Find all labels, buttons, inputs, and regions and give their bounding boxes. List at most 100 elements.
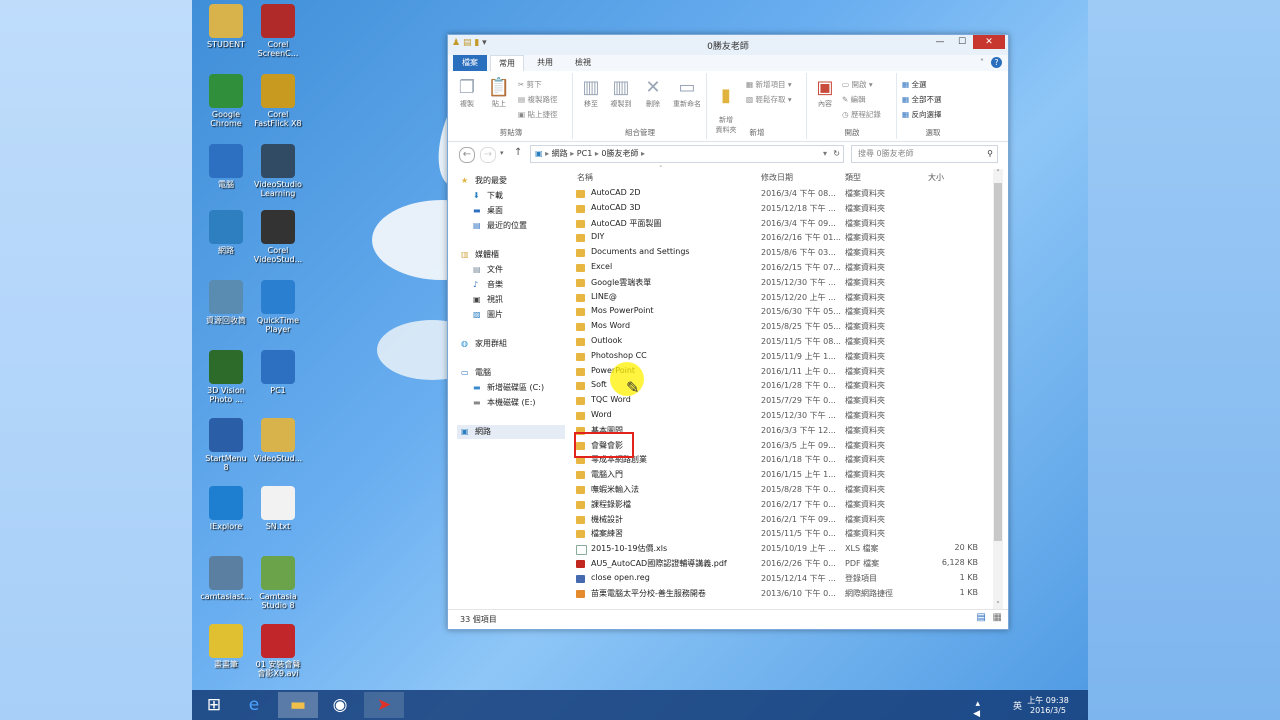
desktop-icon-3d-vision[interactable]: 3D Vision Photo ... — [196, 350, 256, 404]
file-row[interactable]: Outlook 2015/11/5 下午 08... 檔案資料夾 — [573, 335, 993, 349]
invert-selection-button[interactable]: ▦ 反向選擇 — [902, 109, 941, 120]
breadcrumb-pc1[interactable]: PC1 — [577, 149, 593, 158]
desktop-icon-quicktime[interactable]: QuickTime Player — [248, 280, 308, 334]
address-bar[interactable]: ▣ ▸ 網路 ▸ PC1 ▸ 0勝友老師 ▸ ▾ ↻ — [530, 145, 844, 163]
file-row[interactable]: 檔案練習 2015/11/5 下午 0... 檔案資料夾 — [573, 527, 993, 541]
copy-button[interactable]: ❐ 複製 — [454, 77, 480, 109]
file-row[interactable]: Excel 2016/2/15 下午 07... 檔案資料夾 — [573, 261, 993, 275]
nav-favorites[interactable]: ★ 我的最愛 — [461, 175, 507, 186]
desktop-icon-installer[interactable]: camtasiast... — [196, 556, 256, 601]
desktop-icon-user-folder[interactable]: STUDENT — [196, 4, 256, 49]
nav-downloads[interactable]: ⬇ 下載 — [473, 190, 503, 201]
nav-videos[interactable]: ▣ 視訊 — [473, 294, 503, 305]
properties-button[interactable]: ▣ 內容 — [812, 77, 838, 109]
recent-locations-chevron-icon[interactable]: ▾ — [500, 149, 504, 157]
easy-access-button[interactable]: ▧ 輕鬆存取 ▾ — [746, 94, 792, 105]
file-row[interactable]: DIY 2016/2/16 下午 01... 檔案資料夾 — [573, 231, 993, 245]
desktop-icon-record[interactable]: Corel ScreenC... — [248, 4, 308, 58]
clock[interactable]: 上午 09:38 2016/3/5 — [1024, 695, 1072, 715]
address-dropdown-icon[interactable]: ▾ — [823, 146, 827, 162]
start-button[interactable]: ⊞ — [194, 692, 234, 718]
file-row[interactable]: 會聲會影 2016/3/5 上午 09... 檔案資料夾 — [573, 439, 993, 453]
select-none-button[interactable]: ▦ 全部不選 — [902, 94, 941, 105]
file-row[interactable]: Photoshop CC 2015/11/9 上午 1... 檔案資料夾 — [573, 350, 993, 364]
ribbon-collapse-icon[interactable]: ˄ — [980, 58, 984, 67]
nav-computer[interactable]: ▭ 電腦 — [461, 367, 491, 378]
desktop-icon-pencil[interactable]: 畫畫筆 — [196, 624, 256, 669]
breadcrumb-folder[interactable]: 0勝友老師 — [601, 149, 638, 158]
column-date[interactable]: 修改日期 — [761, 172, 793, 183]
desktop-icon-ie[interactable]: IExplore — [196, 486, 256, 531]
history-button[interactable]: ◷ 歷程記錄 — [842, 109, 881, 120]
tray-icons[interactable]: ▴ ◀ ▣ ✖ — [972, 699, 981, 720]
desktop-icon-network[interactable]: 網路 — [196, 210, 256, 255]
desktop-icon-chrome[interactable]: Google Chrome — [196, 74, 256, 128]
details-view-icon[interactable]: ▤ — [977, 612, 986, 623]
file-row[interactable]: 零成本網路創業 2016/1/18 下午 0... 檔案資料夾 — [573, 453, 993, 467]
tab-home[interactable]: 常用 — [490, 55, 524, 71]
desktop-icon-sb[interactable]: VideoStudio Learning — [248, 144, 308, 198]
edit-button[interactable]: ✎ 編輯 — [842, 94, 866, 105]
nav-music[interactable]: ♪ 音樂 — [473, 279, 503, 290]
desktop-icon-film-reel[interactable]: Corel VideoStud... — [248, 210, 308, 264]
scroll-thumb[interactable] — [994, 183, 1002, 541]
desktop-icon-recycle-bin[interactable]: 資源回收筒 — [196, 280, 256, 325]
forward-button[interactable]: → — [480, 147, 496, 163]
file-row[interactable]: Google雲端表單 2015/12/30 下午 ... 檔案資料夾 — [573, 276, 993, 290]
file-row[interactable]: 機械設計 2016/2/1 下午 09... 檔案資料夾 — [573, 513, 993, 527]
desktop-icon-pc[interactable]: PC1 — [248, 350, 308, 395]
nav-drive-e[interactable]: ▬ 本機磁碟 (E:) — [473, 397, 536, 408]
tab-share[interactable]: 共用 — [528, 55, 562, 71]
help-icon[interactable]: ? — [991, 57, 1002, 68]
file-row[interactable]: Documents and Settings 2015/8/6 下午 03... 檔… — [573, 246, 993, 260]
select-all-button[interactable]: ▦ 全選 — [902, 79, 926, 90]
desktop-icon-windows[interactable]: StartMenu 8 — [196, 418, 256, 472]
nav-network[interactable]: ▣ 網路 — [457, 425, 565, 439]
refresh-icon[interactable]: ↻ — [833, 146, 840, 162]
breadcrumb-network[interactable]: 網路 — [552, 149, 568, 158]
paste-shortcut-button[interactable]: ▣ 貼上捷徑 — [518, 109, 557, 120]
nav-libraries[interactable]: ▥ 媒體櫃 — [461, 249, 499, 260]
move-to-button[interactable]: ▥ 移至 — [578, 77, 604, 109]
copy-to-button[interactable]: ▥ 複製到 — [608, 77, 634, 109]
cut-button[interactable]: ✂ 剪下 — [518, 79, 542, 90]
minimize-button[interactable]: — — [929, 35, 951, 49]
file-row[interactable]: AutoCAD 2D 2016/3/4 下午 08... 檔案資料夾 — [573, 187, 993, 201]
desktop-icon-computer[interactable]: 電腦 — [196, 144, 256, 189]
copy-path-button[interactable]: ▤ 複製路徑 — [518, 94, 557, 105]
back-button[interactable]: ← — [459, 147, 475, 163]
file-row[interactable]: 苗栗電腦太平分校-善生服務開卷 2013/6/10 下午 0... 網際網路捷徑 1 … — [573, 587, 993, 601]
open-button[interactable]: ▭ 開啟 ▾ — [842, 79, 873, 90]
paste-button[interactable]: 📋 貼上 — [486, 77, 512, 109]
vertical-scrollbar[interactable]: ˄ ˅ — [993, 169, 1003, 609]
nav-recent[interactable]: ▤ 最近的位置 — [473, 220, 527, 231]
close-button[interactable]: ✕ — [973, 35, 1005, 49]
desktop-icon-text-file[interactable]: SN.txt — [248, 486, 308, 531]
new-item-button[interactable]: ▦ 新增項目 ▾ — [746, 79, 792, 90]
taskbar-chrome[interactable]: ◉ — [320, 692, 360, 718]
nav-pictures[interactable]: ▨ 圖片 — [473, 309, 503, 320]
maximize-button[interactable]: ☐ — [951, 35, 973, 49]
nav-desktop[interactable]: ▬ 桌面 — [473, 205, 503, 216]
file-row[interactable]: AU5_AutoCAD國際認證輔導講義.pdf 2016/2/26 下午 0...… — [573, 557, 993, 571]
file-row[interactable]: AutoCAD 平面製圖 2016/3/4 下午 09... 檔案資料夾 — [573, 217, 993, 231]
title-bar[interactable]: ♟ ▤ ▮ ▾ 0勝友老師 — ☐ ✕ — [448, 35, 1008, 56]
scroll-down-icon[interactable]: ˅ — [993, 601, 1003, 609]
desktop-icon-camtasia[interactable]: Camtasia Studio 8 — [248, 556, 308, 610]
up-button[interactable]: ↑ — [514, 147, 522, 158]
desktop-icon-star[interactable]: Corel FastFlick X8 — [248, 74, 308, 128]
file-row[interactable]: 電腦入門 2016/1/15 上午 1... 檔案資料夾 — [573, 468, 993, 482]
file-row[interactable]: 嘸蝦米輸入法 2015/8/28 下午 0... 檔案資料夾 — [573, 483, 993, 497]
file-row[interactable]: AutoCAD 3D 2015/12/18 下午 ... 檔案資料夾 — [573, 202, 993, 216]
scroll-up-icon[interactable]: ˄ — [993, 169, 1003, 177]
tab-view[interactable]: 檢視 — [566, 55, 600, 71]
taskbar-screencap[interactable]: ➤ — [364, 692, 404, 718]
file-row[interactable]: close open.reg 2015/12/14 下午 ... 登錄項目 1 KB — [573, 572, 993, 586]
nav-documents[interactable]: ▤ 文件 — [473, 264, 503, 275]
large-icons-view-icon[interactable]: ▦ — [993, 612, 1002, 623]
column-name[interactable]: 名稱 — [577, 172, 593, 183]
file-row[interactable]: 基本圖問 2016/3/3 下午 12... 檔案資料夾 — [573, 424, 993, 438]
delete-button[interactable]: ✕ 刪除 — [640, 77, 666, 109]
rename-button[interactable]: ▭ 重新命名 — [670, 77, 704, 109]
file-row[interactable]: Mos Word 2015/8/25 下午 05... 檔案資料夾 — [573, 320, 993, 334]
